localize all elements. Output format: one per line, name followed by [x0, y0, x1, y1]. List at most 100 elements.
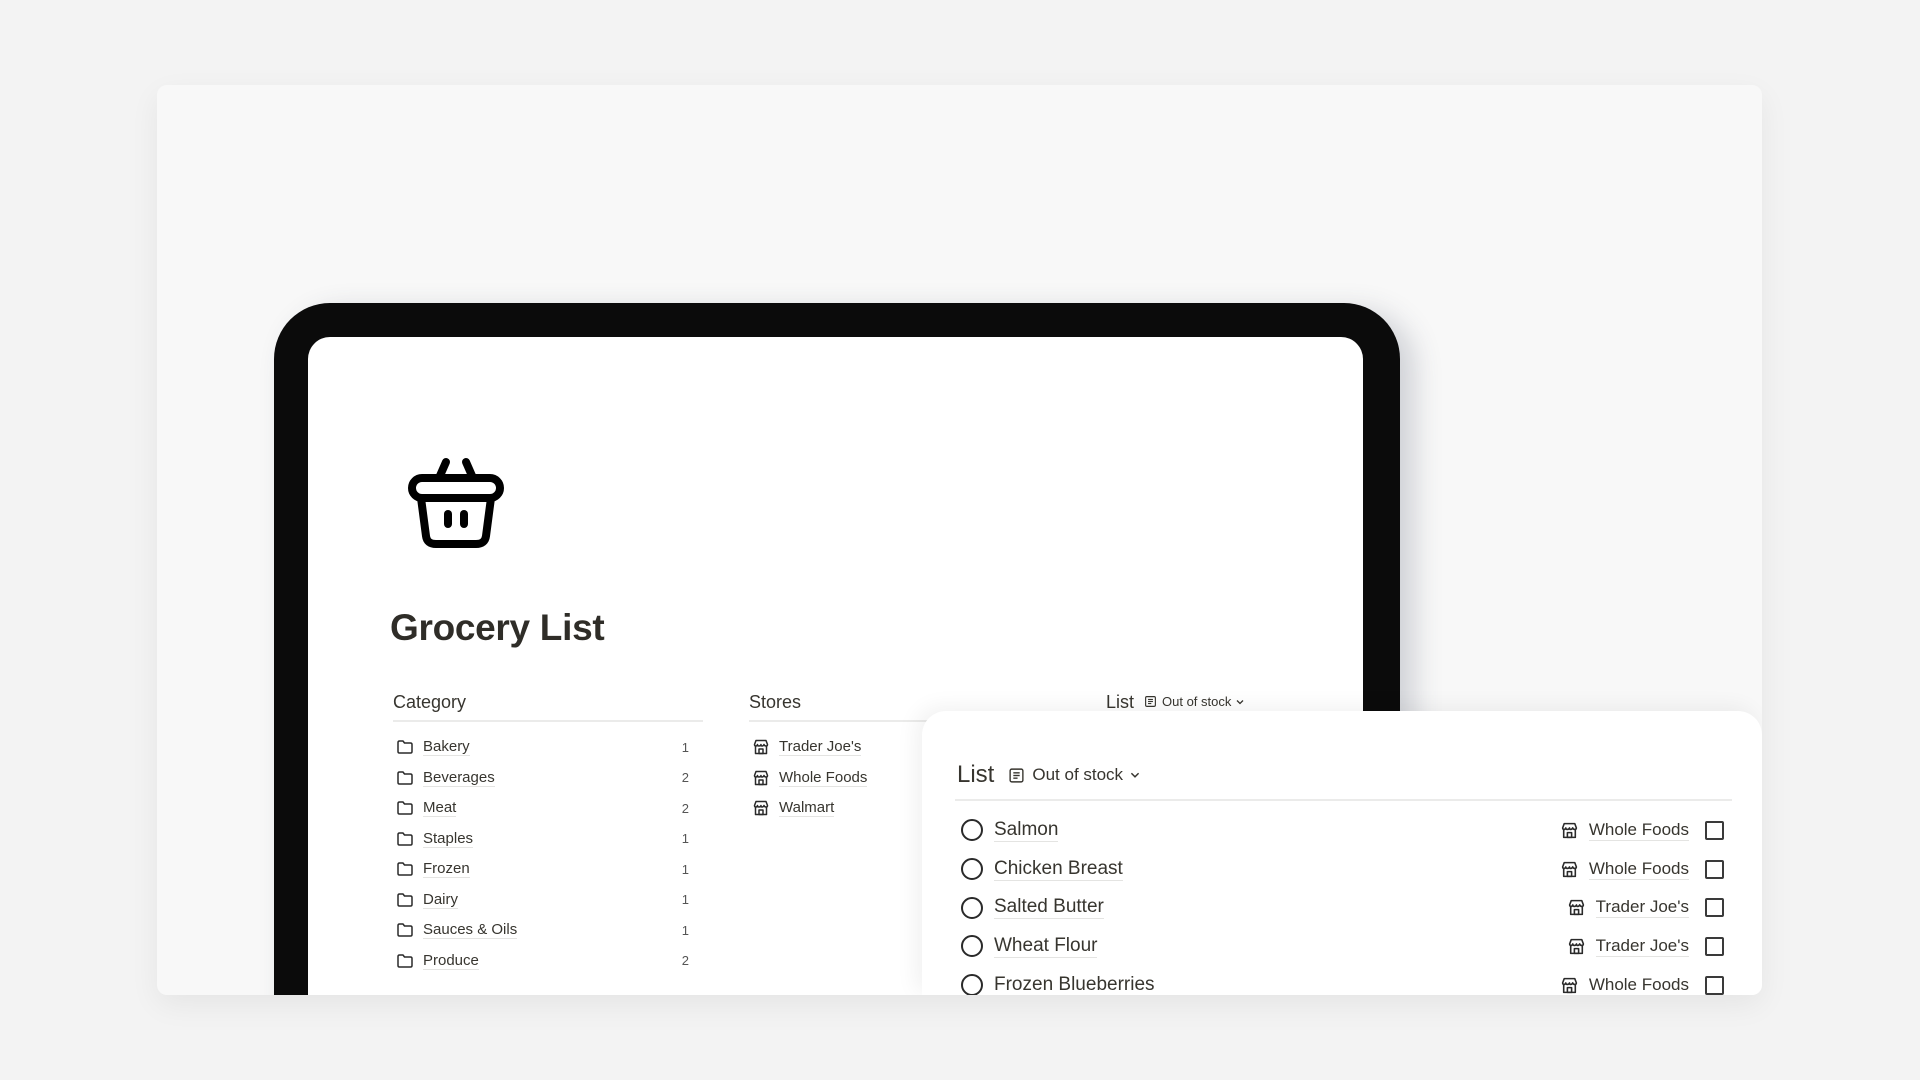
document-icon: [1009, 767, 1024, 783]
document-icon: [1145, 696, 1156, 707]
category-item-count: 1: [681, 861, 689, 877]
list-item-checkbox[interactable]: [1705, 936, 1724, 956]
list-item-store[interactable]: Whole Foods: [1560, 859, 1689, 880]
folder-icon: [397, 954, 413, 968]
category-item-count: 1: [681, 892, 689, 908]
category-item-label: Produce: [423, 951, 479, 970]
store-icon: [1561, 977, 1577, 993]
folder-icon: [397, 893, 413, 907]
list-panel: List Out of stock Salmon Whole Foods Chick…: [922, 711, 1762, 995]
list-item-store-label: Trader Joe's: [1595, 935, 1689, 957]
list-item[interactable]: Frozen Blueberries Whole Foods: [957, 966, 1724, 995]
folder-icon: [397, 862, 413, 876]
category-item[interactable]: Dairy 1: [393, 885, 703, 916]
divider: [393, 720, 703, 722]
chevron-down-icon: [1130, 772, 1140, 778]
list-panel-title: List: [957, 761, 995, 788]
folder-icon: [397, 740, 413, 754]
list-item-store-label: Whole Foods: [1588, 819, 1689, 841]
folder-icon: [397, 923, 413, 937]
category-item-label: Staples: [423, 829, 474, 848]
category-item[interactable]: Produce 2: [393, 946, 703, 977]
store-item-label: Trader Joe's: [779, 738, 862, 757]
status-circle-icon[interactable]: [961, 896, 983, 919]
store-icon: [753, 770, 769, 785]
list-item-store[interactable]: Trader Joe's: [1567, 936, 1689, 957]
list-item-store[interactable]: Whole Foods: [1560, 975, 1689, 995]
category-item-count: 1: [681, 922, 689, 938]
category-item-label: Sauces & Oils: [423, 921, 518, 940]
page-title: Grocery List: [390, 607, 605, 648]
list-item-checkbox[interactable]: [1705, 859, 1724, 879]
store-item-label: Walmart: [779, 799, 835, 818]
category-item[interactable]: Frozen 1: [393, 854, 703, 885]
store-icon: [1568, 900, 1584, 916]
list-item[interactable]: Wheat Flour Trader Joe's: [957, 927, 1724, 966]
list-item-store-label: Whole Foods: [1588, 858, 1689, 880]
status-circle-icon[interactable]: [961, 935, 983, 958]
category-item-label: Meat: [423, 799, 457, 818]
list-item-store-label: Trader Joe's: [1595, 897, 1689, 919]
list-item-store[interactable]: Trader Joe's: [1567, 897, 1689, 919]
list-panel-header: List Out of stock: [957, 761, 1148, 789]
divider: [955, 799, 1732, 801]
status-circle-icon[interactable]: [961, 819, 983, 842]
list-items: Salmon Whole Foods Chicken Breast Whole Foo…: [957, 811, 1724, 995]
list-view-selector[interactable]: Out of stock: [1008, 765, 1148, 785]
folder-icon: [397, 801, 413, 815]
store-icon: [753, 740, 769, 755]
list-item[interactable]: Salmon Whole Foods: [957, 811, 1724, 850]
category-item-count: 2: [681, 770, 689, 786]
list-item-name[interactable]: Wheat Flour: [994, 935, 1098, 958]
list-item-name[interactable]: Salted Butter: [994, 896, 1104, 920]
category-item[interactable]: Bakery 1: [393, 732, 703, 763]
category-header: Category: [393, 692, 467, 712]
category-item-label: Dairy: [423, 890, 459, 909]
status-circle-icon[interactable]: [961, 858, 983, 881]
folder-icon: [397, 771, 413, 785]
list-item-name[interactable]: Salmon: [994, 819, 1059, 842]
folder-icon: [397, 832, 413, 846]
category-item-label: Beverages: [423, 768, 495, 787]
list-item[interactable]: Salted Butter Trader Joe's: [957, 888, 1724, 927]
list-item-store[interactable]: Whole Foods: [1560, 820, 1689, 841]
store-item[interactable]: Trader Joe's: [749, 732, 949, 763]
stores-header: Stores: [749, 692, 802, 712]
list-item-store-label: Whole Foods: [1588, 974, 1689, 995]
showcase-card: Grocery List Category Bakery 1 Beverages 2 M…: [157, 85, 1762, 995]
list-item-name[interactable]: Frozen Blueberries: [994, 974, 1155, 995]
category-column: Category Bakery 1 Beverages 2 Meat 2 Staples 1 F…: [393, 692, 703, 976]
list-item-name[interactable]: Chicken Breast: [994, 858, 1123, 881]
list-item-checkbox[interactable]: [1705, 975, 1724, 995]
store-icon: [1561, 861, 1577, 877]
category-item[interactable]: Meat 2: [393, 793, 703, 824]
store-item-label: Whole Foods: [779, 768, 868, 787]
divider: [749, 720, 949, 722]
store-item[interactable]: Whole Foods: [749, 763, 949, 794]
store-icon: [1561, 822, 1577, 838]
stores-column: Stores Trader Joe's Whole Foods Walmart: [749, 692, 949, 824]
list-view-label: Out of stock: [1032, 765, 1124, 784]
background-list-header: List Out of stock: [1106, 692, 1250, 713]
list-view-label: Out of stock: [1162, 694, 1232, 709]
store-icon: [1568, 938, 1584, 955]
list-item[interactable]: Chicken Breast Whole Foods: [957, 850, 1724, 889]
category-item-count: 1: [681, 739, 689, 755]
list-view-selector[interactable]: Out of stock: [1144, 694, 1250, 709]
category-item[interactable]: Sauces & Oils 1: [393, 915, 703, 946]
category-item-count: 2: [681, 800, 689, 816]
status-circle-icon[interactable]: [961, 974, 983, 995]
list-item-checkbox[interactable]: [1705, 898, 1724, 918]
store-icon: [753, 801, 769, 816]
category-item-label: Bakery: [423, 738, 470, 757]
list-title: List: [1106, 692, 1135, 712]
category-item-count: 1: [681, 831, 689, 847]
category-item-count: 2: [681, 953, 689, 969]
list-item-checkbox[interactable]: [1705, 820, 1724, 840]
category-item-label: Frozen: [423, 860, 470, 879]
category-item[interactable]: Staples 1: [393, 824, 703, 855]
category-item[interactable]: Beverages 2: [393, 763, 703, 794]
shopping-basket-icon[interactable]: [406, 452, 506, 552]
store-item[interactable]: Walmart: [749, 793, 949, 824]
chevron-down-icon: [1236, 699, 1244, 704]
